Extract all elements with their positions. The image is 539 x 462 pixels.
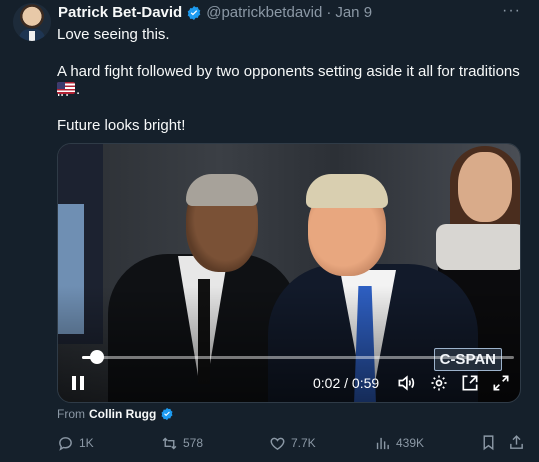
us-flag-icon — [57, 82, 75, 94]
verified-badge-icon — [187, 5, 201, 20]
progress-bar[interactable] — [82, 356, 514, 359]
tweet-text-line-2: A hard fight followed by two opponents s… — [57, 63, 520, 100]
author-name[interactable]: Patrick Bet-David — [58, 4, 182, 21]
pause-icon[interactable] — [72, 376, 84, 390]
time-separator: / — [344, 375, 349, 391]
avatar-shirt — [29, 31, 35, 41]
repost-count: 578 — [183, 436, 204, 450]
tweet-header: Patrick Bet-David @patrickbetdavid · Jan… — [58, 4, 372, 21]
settings-icon[interactable] — [429, 373, 449, 393]
cspan-watermark: C-SPAN — [433, 348, 502, 371]
picture-in-picture-icon[interactable] — [460, 373, 480, 393]
action-bar: 1K 578 7.7K 439K — [57, 433, 527, 455]
views-chart-icon — [376, 437, 389, 449]
video-time: 0:02 / 0:59 — [313, 375, 379, 391]
author-handle[interactable]: @patrickbetdavid — [206, 4, 322, 21]
reply-icon — [59, 436, 72, 451]
bookmark-icon[interactable] — [480, 434, 497, 451]
progress-scrubber[interactable] — [90, 350, 104, 364]
header-separator: · — [326, 4, 332, 21]
current-time: 0:02 — [313, 375, 341, 391]
volume-icon[interactable] — [396, 373, 416, 393]
repost-button[interactable]: 578 — [161, 433, 203, 453]
video-controls: 0:02 / 0:59 — [58, 372, 520, 396]
views-button[interactable]: 439K — [374, 433, 424, 453]
reply-button[interactable]: 1K — [57, 433, 94, 453]
tweet-text-line-1: Love seeing this. — [57, 26, 170, 43]
avatar[interactable] — [13, 3, 51, 41]
repost-icon — [162, 437, 177, 449]
views-count: 439K — [396, 436, 425, 450]
fullscreen-icon[interactable] — [491, 373, 511, 393]
attribution-label: From — [57, 407, 85, 421]
video-player[interactable]: C-SPAN 0:02 / 0:59 — [57, 143, 521, 403]
tweet-text-flag-suffix: . — [76, 81, 81, 98]
duration: 0:59 — [351, 375, 380, 391]
like-count: 7.7K — [291, 436, 316, 450]
verified-badge-icon — [161, 407, 173, 421]
tweet-date[interactable]: Jan 9 — [335, 4, 372, 21]
attribution: From Collin Rugg — [57, 407, 174, 421]
heart-icon — [270, 437, 285, 450]
tweet-text: Love seeing this. A hard fight followed … — [57, 25, 527, 134]
more-dots-icon[interactable]: ··· — [502, 2, 521, 20]
reply-count: 1K — [79, 436, 94, 450]
like-button[interactable]: 7.7K — [269, 433, 316, 453]
tweet: Patrick Bet-David @patrickbetdavid · Jan… — [0, 0, 539, 462]
share-icon[interactable] — [508, 434, 525, 451]
tweet-text-line-3: Future looks bright! — [57, 117, 186, 134]
attribution-source[interactable]: Collin Rugg — [89, 407, 156, 421]
